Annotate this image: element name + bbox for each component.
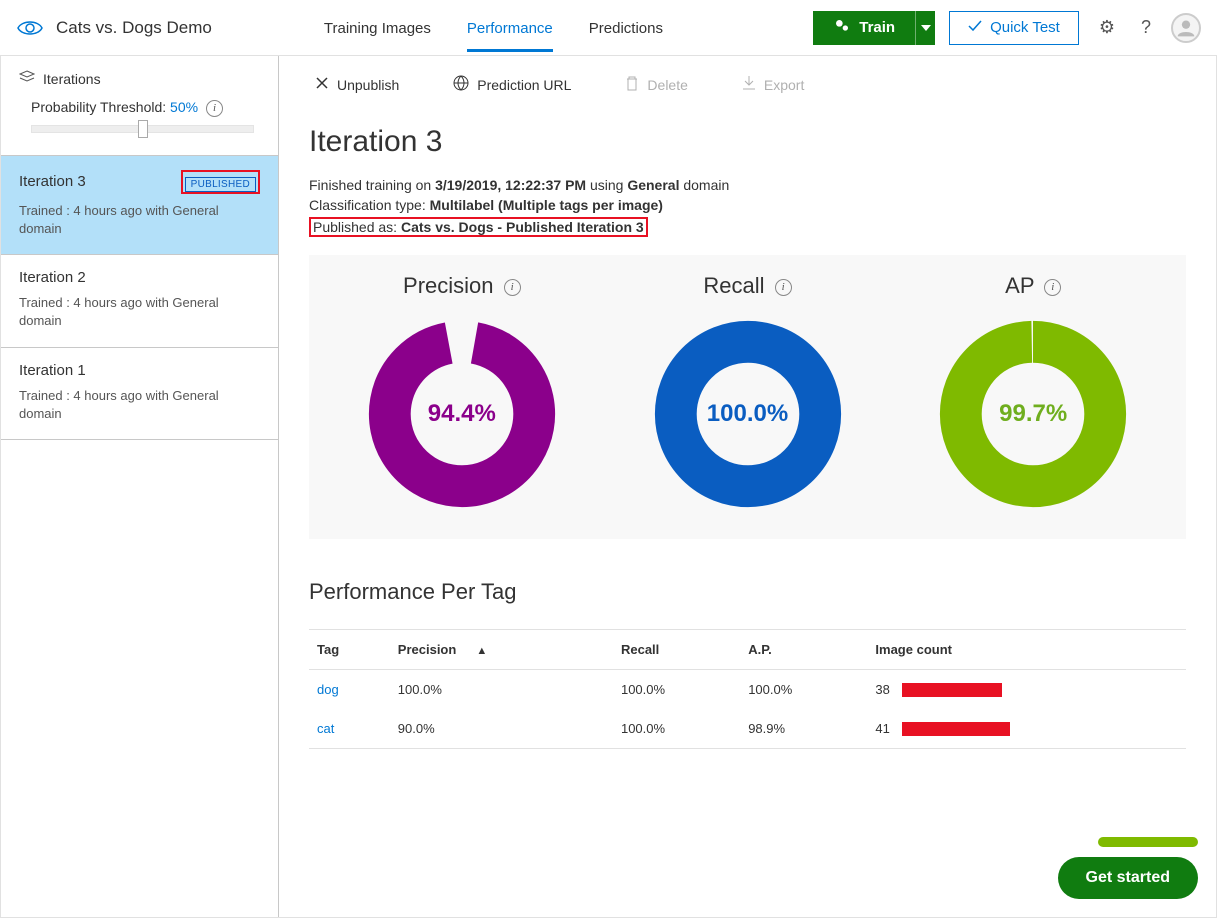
iteration-subtitle: Trained : 4 hours ago with General domai… [19,294,260,330]
iteration-2[interactable]: Iteration 2 Trained : 4 hours ago with G… [1,255,278,347]
nav-tabs: Training Images Performance Predictions [324,4,663,52]
col-tag[interactable]: Tag [309,630,390,670]
table-header-row: Tag Precision▲ Recall A.P. Image count [309,630,1186,670]
info-icon[interactable]: i [504,279,521,296]
precision-value: 94.4% [367,319,557,509]
export-label: Export [764,77,804,93]
prediction-url-label: Prediction URL [477,77,571,93]
count-bar [902,722,1010,736]
settings-button[interactable]: ⚙ [1093,11,1121,44]
topbar: Cats vs. Dogs Demo Training Images Perfo… [0,0,1217,56]
info-icon[interactable]: i [1044,279,1061,296]
classification-type-line: Classification type: Multilabel (Multipl… [309,197,1186,213]
export-button: Export [736,74,810,95]
performance-table: Tag Precision▲ Recall A.P. Image count d… [309,629,1186,749]
main-panel: Unpublish Prediction URL Delete Export I… [279,56,1216,917]
user-avatar[interactable] [1171,13,1201,43]
threshold-row: Probability Threshold: 50% i [1,97,278,155]
get-started-popup: Get started [1058,837,1198,899]
iterations-title: Iterations [43,71,101,87]
iteration-title: Iteration 2 [19,269,86,286]
col-image-count[interactable]: Image count [867,630,1186,670]
iteration-title: Iteration 1 [19,362,86,379]
col-precision[interactable]: Precision▲ [390,630,613,670]
recall-title: Recall [703,273,764,298]
col-ap[interactable]: A.P. [740,630,867,670]
cell-precision: 90.0% [390,709,613,749]
performance-per-tag-title: Performance Per Tag [309,579,1186,605]
published-badge: PUBLISHED [185,177,256,192]
published-badge-highlight: PUBLISHED [181,170,260,194]
tab-performance[interactable]: Performance [467,4,553,52]
ap-value: 99.7% [938,319,1128,509]
iteration-title: Iteration 3 [19,173,86,190]
iteration-subtitle: Trained : 4 hours ago with General domai… [19,387,260,423]
iteration-subtitle: Trained : 4 hours ago with General domai… [19,202,260,238]
image-count-cell: 38 [875,682,1178,697]
close-icon [315,76,329,93]
unpublish-label: Unpublish [337,77,399,93]
gear-icon: ⚙ [1099,17,1115,38]
action-bar: Unpublish Prediction URL Delete Export [309,56,1186,103]
help-button[interactable]: ? [1135,11,1157,44]
table-row: cat 90.0% 100.0% 98.9% 41 [309,709,1186,749]
cell-ap: 98.9% [740,709,867,749]
sidebar-header: Iterations [1,56,278,97]
train-button[interactable]: Train [813,11,935,45]
globe-icon [453,75,469,94]
metric-ap: AP i 99.7% [890,273,1176,509]
app-eye-icon [16,18,44,38]
sidebar: Iterations Probability Threshold: 50% i … [1,56,279,917]
topbar-right: Train Quick Test ⚙ ? [813,11,1201,45]
tag-link-cat[interactable]: cat [317,721,334,736]
count-bar [902,683,1002,697]
precision-title: Precision [403,273,493,298]
threshold-label: Probability Threshold: [31,99,170,115]
tab-predictions[interactable]: Predictions [589,4,663,52]
threshold-value: 50% [170,99,198,115]
train-dropdown[interactable] [915,11,935,45]
published-as-line: Published as: Cats vs. Dogs - Published … [309,217,1186,237]
cell-recall: 100.0% [613,709,740,749]
gears-icon [833,18,851,38]
quick-test-button[interactable]: Quick Test [949,11,1079,45]
iteration-detail-title: Iteration 3 [309,125,1186,159]
cell-precision: 100.0% [390,670,613,710]
tab-training-images[interactable]: Training Images [324,4,431,52]
delete-label: Delete [647,77,687,93]
published-as-highlight: Published as: Cats vs. Dogs - Published … [309,217,648,237]
sort-asc-icon: ▲ [476,645,487,657]
trash-icon [625,75,639,94]
layers-icon [19,70,35,87]
help-icon: ? [1141,17,1151,38]
slider-thumb[interactable] [138,120,148,138]
info-icon[interactable]: i [206,100,223,117]
cell-ap: 100.0% [740,670,867,710]
cell-recall: 100.0% [613,670,740,710]
ap-title: AP [1005,273,1034,298]
finished-training-line: Finished training on 3/19/2019, 12:22:37… [309,177,1186,193]
train-label: Train [859,19,895,36]
download-icon [742,75,756,94]
iteration-1[interactable]: Iteration 1 Trained : 4 hours ago with G… [1,348,278,440]
metric-recall: Recall i 100.0% [605,273,891,509]
iteration-3[interactable]: Iteration 3 PUBLISHED Trained : 4 hours … [1,155,278,255]
check-icon [968,19,982,36]
unpublish-button[interactable]: Unpublish [309,75,405,94]
project-title: Cats vs. Dogs Demo [56,18,212,38]
image-count-cell: 41 [875,721,1178,736]
prediction-url-button[interactable]: Prediction URL [447,74,577,95]
quick-test-label: Quick Test [990,19,1060,36]
tag-link-dog[interactable]: dog [317,682,339,697]
col-recall[interactable]: Recall [613,630,740,670]
delete-button: Delete [619,74,693,95]
threshold-slider[interactable] [31,125,254,133]
get-started-button[interactable]: Get started [1058,857,1198,899]
recall-value: 100.0% [653,319,843,509]
metrics-panel: Precision i 94.4% Recall i [309,255,1186,539]
progress-pill [1098,837,1198,847]
metric-precision: Precision i 94.4% [319,273,605,509]
table-row: dog 100.0% 100.0% 100.0% 38 [309,670,1186,710]
info-icon[interactable]: i [775,279,792,296]
